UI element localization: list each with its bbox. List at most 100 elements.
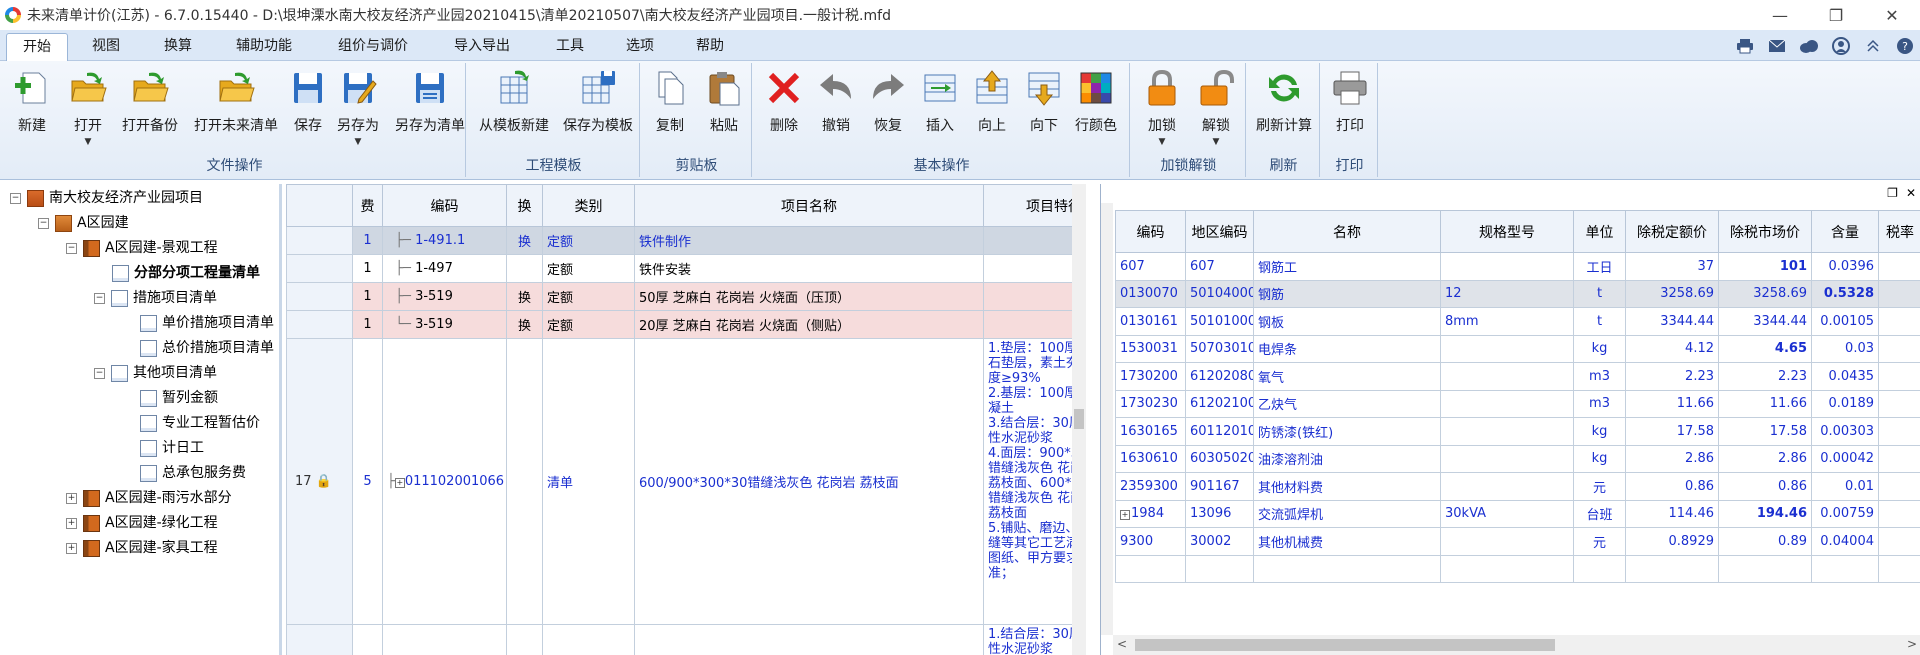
cell-code[interactable]: 9300 (1115, 527, 1186, 556)
table-row[interactable]: 1630165601120101防锈漆(铁红)kg17.5817.580.003… (1115, 417, 1920, 446)
cell-category[interactable]: 定额 (542, 254, 635, 283)
table-row[interactable]: 1 ├─ 3-519 换 定额 50厚 芝麻白 花岗岩 火烧面（压顶） (286, 282, 1086, 311)
tree-node-daywork[interactable]: 计日工 (140, 436, 204, 460)
tab-start[interactable]: 开始 (6, 33, 68, 61)
cell-code[interactable]: └─ 3-519 (382, 310, 507, 339)
cell-code[interactable] (382, 624, 507, 655)
cell-code[interactable]: +1984 (1115, 499, 1186, 528)
cell-quota-price[interactable]: 2.86 (1625, 444, 1719, 473)
cell-code[interactable]: ├ +011102001066 (382, 338, 507, 625)
cell-content[interactable]: 0.5328 (1811, 279, 1879, 308)
cell-region-code[interactable]: 13096 (1185, 499, 1254, 528)
table-row[interactable]: 1730230612021001乙炔气m311.6611.660.0189 (1115, 389, 1920, 418)
cell-name[interactable]: 氧气 (1253, 362, 1441, 391)
open-future-list-button[interactable]: 打开未来清单 (190, 69, 282, 135)
cell-spec[interactable]: 30kVA (1440, 499, 1574, 528)
new-from-template-button[interactable]: 从模板新建 (474, 69, 554, 135)
cell-content[interactable]: 0.0189 (1811, 389, 1879, 418)
cell-code[interactable]: 0130161 (1115, 307, 1186, 336)
save-as-template-button[interactable]: 保存为模板 (558, 69, 638, 135)
cell-unit[interactable]: t (1573, 279, 1626, 308)
cell-tax-rate[interactable] (1878, 252, 1920, 281)
collapse-ribbon-icon[interactable] (1862, 35, 1884, 57)
cell-category[interactable]: 定额 (542, 226, 635, 255)
collapse-icon[interactable]: − (38, 217, 49, 229)
cell-market-price[interactable]: 2.86 (1718, 444, 1812, 473)
col-header-unit[interactable]: 单位 (1573, 210, 1626, 253)
cell-quota-price[interactable]: 3344.44 (1625, 307, 1719, 336)
cell-fee[interactable]: 1 (352, 254, 383, 283)
mail-icon[interactable] (1766, 35, 1788, 57)
cell-item-name[interactable]: 20厚 芝麻白 花岗岩 火烧面（侧贴） (634, 310, 984, 339)
cell-region-code[interactable]: 601120101 (1185, 417, 1254, 446)
minimize-button[interactable]: — (1752, 0, 1808, 30)
col-header-swap[interactable]: 换 (506, 184, 543, 227)
expand-icon[interactable]: + (1120, 510, 1130, 521)
cell-unit[interactable]: m3 (1573, 362, 1626, 391)
cell-swap[interactable]: 换 (506, 282, 543, 311)
expand-icon[interactable]: + (394, 478, 405, 488)
table-row[interactable]: 1 ├─ 1-491.1 换 定额 铁件制作 (286, 226, 1086, 255)
cell-region-code[interactable]: 30002 (1185, 527, 1254, 556)
cell-quota-price[interactable]: 0.86 (1625, 472, 1719, 501)
tab-assist[interactable]: 辅助功能 (220, 33, 308, 61)
cell-spec[interactable] (1440, 417, 1574, 446)
cell-market-price[interactable]: 17.58 (1718, 417, 1812, 446)
cell-region-code[interactable]: 612021001 (1185, 389, 1254, 418)
cell-content[interactable]: 0.00105 (1811, 307, 1879, 336)
col-header-content[interactable]: 含量 (1811, 210, 1879, 253)
cell-unit[interactable] (1573, 554, 1626, 583)
cell-item-feature[interactable]: 1.垫层：100厚碎石垫层，素土夯实度≥93% 2.基层：100厚C凝土 3.结… (983, 338, 1086, 625)
cell-market-price[interactable] (1718, 554, 1812, 583)
col-header-name[interactable]: 名称 (1253, 210, 1441, 253)
cell-tax-rate[interactable] (1878, 307, 1920, 336)
move-down-button[interactable]: 向下 (1018, 69, 1070, 135)
open-backup-button[interactable]: 打开备份 (120, 69, 180, 135)
cell-swap[interactable]: 换 (506, 226, 543, 255)
cell-content[interactable]: 0.01 (1811, 472, 1879, 501)
cell-code[interactable]: 1630610 (1115, 444, 1186, 473)
cell-name[interactable]: 其他机械费 (1253, 527, 1441, 556)
cell-unit[interactable]: m3 (1573, 389, 1626, 418)
cell-region-code[interactable]: 612020801 (1185, 362, 1254, 391)
table-row[interactable]: 607 607 钢筋工 工日 37 101 0.0396 (1115, 252, 1920, 281)
cell-name[interactable]: 其他材料费 (1253, 472, 1441, 501)
cell-market-price[interactable]: 4.65 (1718, 334, 1812, 363)
table-row[interactable]: 1.结合层：30厚硬性水泥砂浆 (286, 624, 1086, 655)
close-panel-icon[interactable]: ✕ (1906, 186, 1916, 200)
cell-category[interactable]: 清单 (542, 338, 635, 625)
tab-import-export[interactable]: 导入导出 (438, 33, 526, 61)
table-row[interactable]: 0130161501010001钢板8mmt3344.443344.440.00… (1115, 307, 1920, 336)
tree-node-a-zone[interactable]: − A区园建 (38, 211, 129, 235)
cell-tax-rate[interactable] (1878, 472, 1920, 501)
cell-name[interactable]: 油漆溶剂油 (1253, 444, 1441, 473)
cell-code[interactable]: 607 (1115, 252, 1186, 281)
cell-item-name[interactable]: 50厚 芝麻白 花岗岩 火烧面（压顶） (634, 282, 984, 311)
col-header-market-price[interactable]: 除税市场价 (1718, 210, 1812, 253)
cell-content[interactable]: 0.04004 (1811, 527, 1879, 556)
table-row[interactable]: 9300 30002 其他机械费 元 0.8929 0.89 0.04004 (1115, 527, 1920, 556)
table-row[interactable]: 1 └─ 3-519 换 定额 20厚 芝麻白 花岗岩 火烧面（侧贴） (286, 310, 1086, 339)
cell-swap[interactable] (506, 338, 543, 625)
cell-swap[interactable] (506, 254, 543, 283)
expand-icon[interactable]: + (66, 542, 77, 554)
cell-market-price[interactable]: 101 (1718, 252, 1812, 281)
cell-quota-price[interactable]: 11.66 (1625, 389, 1719, 418)
lock-button[interactable]: 加锁 ▼ (1136, 69, 1188, 147)
cell-tax-rate[interactable] (1878, 279, 1920, 308)
scroll-right-icon[interactable]: > (1907, 637, 1917, 651)
cell-spec[interactable] (1440, 444, 1574, 473)
tab-convert[interactable]: 换算 (148, 33, 208, 61)
cell-fee[interactable]: 1 (352, 226, 383, 255)
cell-region-code[interactable] (1185, 554, 1254, 583)
cell-region-code[interactable]: 603050201 (1185, 444, 1254, 473)
cell-unit[interactable]: t (1573, 307, 1626, 336)
cell-region-code[interactable]: 501010001 (1185, 307, 1254, 336)
cell-quota-price[interactable]: 17.58 (1625, 417, 1719, 446)
cell-region-code[interactable]: 507030101 (1185, 334, 1254, 363)
cell-fee[interactable]: 1 (352, 310, 383, 339)
cell-swap[interactable]: 换 (506, 310, 543, 339)
cell-market-price[interactable]: 11.66 (1718, 389, 1812, 418)
cell-quota-price[interactable] (1625, 554, 1719, 583)
table-row[interactable]: 0130070501040000钢筋12t3258.693258.690.532… (1115, 279, 1920, 308)
